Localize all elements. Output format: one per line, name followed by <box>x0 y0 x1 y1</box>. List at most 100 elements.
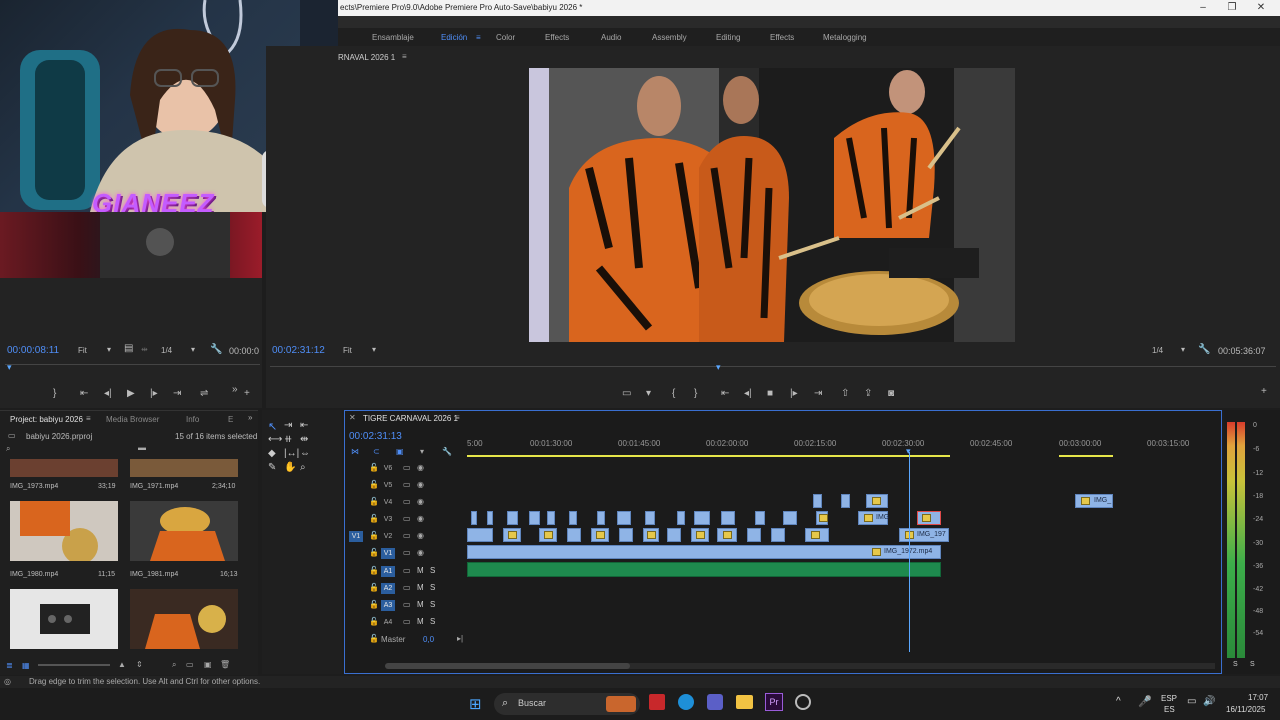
lock-icon[interactable]: 🔓 <box>369 497 379 506</box>
panel-menu-icon[interactable]: ≡ <box>86 414 91 423</box>
track-label[interactable]: A1 <box>381 566 395 577</box>
clip[interactable] <box>467 528 493 542</box>
program-tab[interactable]: RNAVAL 2026 1 <box>338 53 395 62</box>
insert-icon[interactable]: ⇌ <box>200 388 208 399</box>
list-view-icon[interactable]: ≣ <box>6 661 13 670</box>
show-hidden-icons[interactable]: ^ <box>1116 696 1121 707</box>
new-bin-icon[interactable]: ▬ <box>138 443 146 452</box>
track-header-a2[interactable]: 🔓 A2 ▭ M S <box>345 580 467 596</box>
play-icon[interactable]: ▶ <box>127 388 135 399</box>
work-area-bar[interactable] <box>467 455 950 457</box>
clip[interactable] <box>771 528 785 542</box>
lock-icon[interactable]: 🔓 <box>369 480 379 489</box>
step-forward-icon[interactable]: |▸ <box>790 388 798 399</box>
track-header-v5[interactable]: 🔓 V5 ▭ ◉ <box>345 477 467 493</box>
network-icon[interactable]: ▭ <box>1187 696 1196 707</box>
chevron-down-icon[interactable]: ▾ <box>191 345 195 354</box>
track-header-v4[interactable]: 🔓 V4 ▭ ◉ <box>345 494 467 510</box>
panel-menu-icon[interactable]: ≡ <box>402 52 407 61</box>
zoom-slider[interactable] <box>38 664 110 666</box>
clear-icon[interactable]: 🗑 <box>220 660 230 669</box>
eye-icon[interactable]: ◉ <box>417 514 424 523</box>
program-playhead[interactable]: ▾ <box>716 362 721 373</box>
sync-lock-icon[interactable]: ▭ <box>403 617 411 626</box>
clip[interactable] <box>783 511 797 525</box>
go-to-out-icon[interactable]: ⇥ <box>814 388 822 399</box>
marker-icon[interactable]: ▾ <box>420 447 424 456</box>
workspace-tab-editing[interactable]: Editing <box>716 33 740 42</box>
workspace-tab-metalogging[interactable]: Metalogging <box>823 33 867 42</box>
slip-tool-icon[interactable]: |↔| <box>284 448 299 459</box>
chevron-down-icon[interactable]: ▾ <box>1181 345 1185 354</box>
teams-icon[interactable] <box>707 694 723 710</box>
add-marker-icon[interactable]: ▾ <box>646 388 651 399</box>
clip[interactable] <box>677 511 685 525</box>
steam-icon[interactable] <box>795 694 811 710</box>
safe-margins-icon[interactable]: ▭ <box>622 388 631 399</box>
sync-lock-icon[interactable]: ▭ <box>403 480 411 489</box>
pen-tool-icon[interactable]: ✎ <box>268 462 276 473</box>
playhead-marker[interactable]: ▾ <box>906 446 911 457</box>
close-button[interactable]: ✕ <box>1250 1 1272 15</box>
minimize-button[interactable]: – <box>1192 1 1214 15</box>
track-header-master[interactable]: 🔓 Master 0,0 ▸| <box>345 631 467 647</box>
acrobat-icon[interactable] <box>649 694 665 710</box>
lock-icon[interactable]: 🔓 <box>369 583 379 592</box>
razor-tool-icon[interactable]: ◆ <box>268 448 276 459</box>
clip[interactable] <box>694 511 710 525</box>
language-bottom[interactable]: ES <box>1164 705 1175 714</box>
source-patch[interactable]: V1 <box>349 531 363 542</box>
thumbnail-img-1971[interactable] <box>130 459 238 477</box>
more-tabs-icon[interactable]: » <box>248 413 252 422</box>
export-frame-icon[interactable]: ◙ <box>888 388 894 399</box>
lock-icon[interactable]: 🔓 <box>369 634 379 643</box>
sequence-tab[interactable]: TIGRE CARNAVAL 2026 1 <box>363 414 458 423</box>
sync-lock-icon[interactable]: ▭ <box>403 531 411 540</box>
sync-lock-icon[interactable]: ▭ <box>403 463 411 472</box>
taskbar-search[interactable]: ⌕ Buscar <box>494 693 640 715</box>
lock-icon[interactable]: 🔓 <box>369 514 379 523</box>
go-to-in-icon[interactable]: ⇤ <box>721 388 729 399</box>
stop-icon[interactable]: ■ <box>767 388 773 399</box>
track-header-v3[interactable]: 🔓 V3 ▭ ◉ <box>345 511 467 527</box>
thumbnail-trumpet[interactable] <box>130 589 238 649</box>
step-back-icon[interactable]: ◂| <box>744 388 752 399</box>
add-button-icon[interactable]: + <box>1261 386 1267 397</box>
timeline-timecode[interactable]: 00:02:31:13 <box>349 431 402 442</box>
rate-stretch-icon[interactable]: ⇹ <box>300 434 308 445</box>
go-to-end-icon[interactable]: ▸| <box>457 634 463 643</box>
clip[interactable] <box>813 494 822 508</box>
lock-icon[interactable]: 🔓 <box>369 531 379 540</box>
track-label[interactable]: V5 <box>381 480 395 491</box>
clip[interactable] <box>755 511 765 525</box>
work-area-bar-2[interactable] <box>1059 455 1113 457</box>
mute-button[interactable]: M <box>417 566 424 575</box>
workspace-tab-color[interactable]: Color <box>496 33 515 42</box>
solo-button[interactable]: S <box>430 600 435 609</box>
add-marker-icon[interactable]: ▣ <box>396 447 404 456</box>
sync-lock-icon[interactable]: ▭ <box>403 600 411 609</box>
wrench-icon[interactable]: 🔧 <box>1198 344 1210 355</box>
track-header-v1[interactable]: 🔓 V1 ▭ ◉ <box>345 545 467 561</box>
clip[interactable] <box>841 494 850 508</box>
track-label[interactable]: V3 <box>381 514 395 525</box>
sync-lock-icon[interactable]: ▭ <box>403 566 411 575</box>
clip[interactable] <box>547 511 555 525</box>
timeline-tracks-area[interactable]: IMG_ IMG IMG_197 <box>467 452 1215 652</box>
mute-button[interactable]: M <box>417 600 424 609</box>
selection-tool-icon[interactable]: ↖ <box>268 420 277 433</box>
lift-icon[interactable]: ⇧ <box>841 388 849 399</box>
find-icon[interactable]: ⌕ <box>172 660 176 670</box>
automate-icon[interactable]: ⇕ <box>136 660 143 669</box>
clip[interactable] <box>747 528 761 542</box>
sync-lock-icon[interactable]: ▭ <box>403 514 411 523</box>
track-label[interactable]: V6 <box>381 463 395 474</box>
sync-lock-icon[interactable]: ▭ <box>403 583 411 592</box>
clip[interactable] <box>487 511 493 525</box>
lock-icon[interactable]: 🔓 <box>369 548 379 557</box>
rolling-edit-icon[interactable]: ⧺ <box>284 434 292 445</box>
clip[interactable] <box>721 511 735 525</box>
solo-left-button[interactable]: S <box>1233 661 1238 668</box>
zoom-tool-icon[interactable]: ⌕ <box>300 462 306 473</box>
wrench-icon[interactable]: 🔧 <box>442 447 452 456</box>
